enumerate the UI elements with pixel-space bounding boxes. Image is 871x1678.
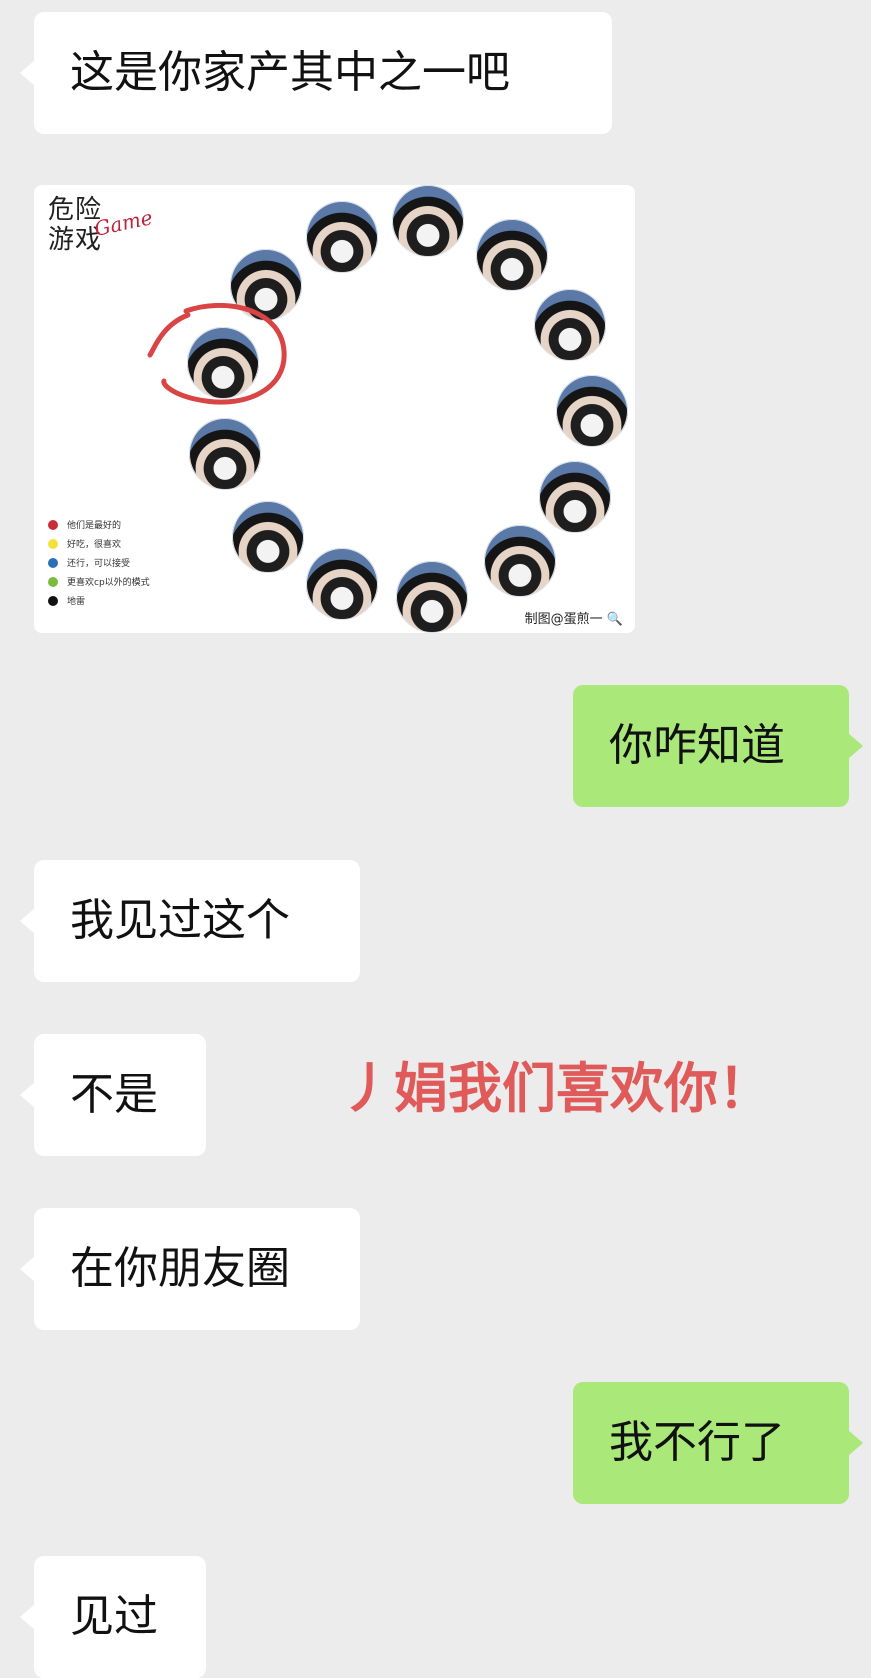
legend-item: 他们是最好的 xyxy=(48,515,150,534)
message-text: 不是 xyxy=(70,1069,158,1120)
poster-legend: 他们是最好的 好吃，很喜欢 还行，可以接受 更喜欢cp以外的模式 地雷 xyxy=(48,515,150,610)
chat-bubble-received[interactable]: 见过 xyxy=(20,1556,206,1678)
legend-dot-red xyxy=(48,519,58,530)
avatar xyxy=(556,375,628,447)
avatar xyxy=(392,185,464,257)
chat-bubble-sent[interactable]: 我不行了 xyxy=(573,1382,863,1504)
message-text: 在你朋友圈 xyxy=(70,1243,290,1294)
message-text: 你咋知道 xyxy=(609,720,785,771)
avatar xyxy=(396,561,468,633)
avatar xyxy=(539,461,611,533)
avatar xyxy=(534,289,606,361)
message-text: 我见过这个 xyxy=(70,895,290,946)
avatar xyxy=(306,201,378,273)
chat-bubble-received[interactable]: 我见过这个 xyxy=(20,860,360,982)
legend-dot-green xyxy=(48,576,58,587)
image-credit: 制图@蛋煎一 🔍 xyxy=(524,612,623,627)
avatar xyxy=(189,418,261,490)
legend-item: 更喜欢cp以外的模式 xyxy=(48,572,150,591)
image-message[interactable]: 危险 游戏 Game 他们是最好的 好吃，很喜欢 还行，可以接受 更喜欢cp以外… xyxy=(34,185,635,633)
overlay-caption: 丿娟我们喜欢你！ xyxy=(340,1057,772,1120)
avatar xyxy=(232,501,304,573)
message-text: 这是你家产其中之一吧 xyxy=(70,47,510,98)
message-text: 我不行了 xyxy=(609,1417,785,1468)
search-icon: 🔍 xyxy=(606,612,623,627)
chat-bubble-received[interactable]: 在你朋友圈 xyxy=(20,1208,360,1330)
legend-dot-black xyxy=(48,595,58,606)
chat-bubble-received[interactable]: 这是你家产其中之一吧 xyxy=(20,12,612,134)
avatar xyxy=(306,548,378,620)
message-text: 见过 xyxy=(70,1591,158,1642)
chat-bubble-received[interactable]: 不是 xyxy=(20,1034,206,1156)
hand-drawn-circle-annotation xyxy=(146,302,296,417)
legend-item: 地雷 xyxy=(48,591,150,610)
avatar xyxy=(476,219,548,291)
chat-bubble-sent[interactable]: 你咋知道 xyxy=(573,685,863,807)
legend-dot-yellow xyxy=(48,538,58,549)
legend-item: 还行，可以接受 xyxy=(48,553,150,572)
avatar xyxy=(484,525,556,597)
legend-item: 好吃，很喜欢 xyxy=(48,534,150,553)
legend-dot-blue xyxy=(48,557,58,568)
